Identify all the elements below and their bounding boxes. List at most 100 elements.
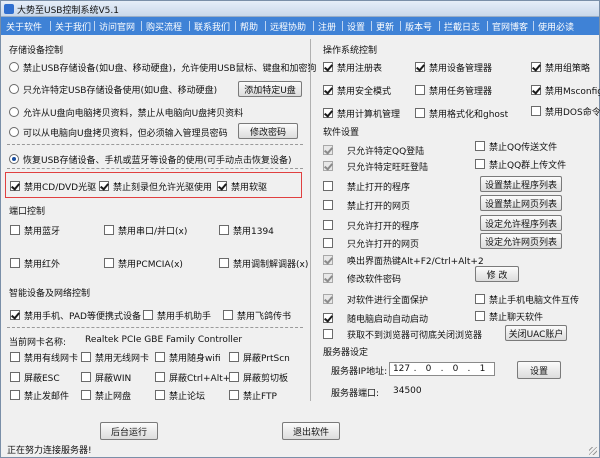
storage-radio-restore[interactable]: 恢复USB存储设备、手机或蓝牙等设备的使用(可手动点击恢复设备) [9,152,292,166]
menu-must-read[interactable]: 使用必读 [536,19,576,34]
checkbox[interactable] [10,310,20,320]
modify-button[interactable]: 修 改 [475,266,519,282]
menu-about-us[interactable]: 关于我们 [53,19,93,34]
checkbox-block-prtscn[interactable]: 屏蔽PrtScn [229,350,290,364]
checkbox[interactable] [323,200,333,210]
checkbox[interactable] [10,258,20,268]
checkbox[interactable] [323,161,333,171]
checkbox[interactable] [104,225,114,235]
checkbox[interactable] [323,238,333,248]
checkbox-disable-1394[interactable]: 禁用1394 [219,223,274,237]
checkbox[interactable] [323,85,333,95]
checkbox-allow-webpages[interactable]: 只允许打开的网页 [323,236,419,250]
checkbox[interactable] [229,390,239,400]
checkbox[interactable] [415,108,425,118]
checkbox[interactable] [217,181,227,191]
checkbox-disable-pcmcia[interactable]: 禁用PCMCIA(x) [104,256,183,270]
checkbox-disable-msconfig[interactable]: 禁用Msconfig [531,83,600,97]
checkbox-close-browser[interactable]: 获取不到浏览器可彻底关闭浏览器 [323,327,482,341]
checkbox-block-forum[interactable]: 禁止论坛 [155,388,205,402]
checkbox-modify-password[interactable]: 修改软件密码 [323,271,401,285]
checkbox[interactable] [415,85,425,95]
checkbox[interactable] [475,159,485,169]
checkbox-disable-bluetooth[interactable]: 禁用蓝牙 [10,223,60,237]
checkbox-disable-safe-mode[interactable]: 禁用安全模式 [323,83,391,97]
checkbox-full-protection[interactable]: 对软件进行全面保护 [323,292,428,306]
checkbox-disable-computer-management[interactable]: 禁用计算机管理 [323,106,400,120]
server-ip-input[interactable]: 127 . 0 . 0 . 1 [389,362,495,376]
checkbox[interactable] [229,352,239,362]
checkbox-disable-portable[interactable]: 禁用手机、PAD等便携式设备 [10,308,141,322]
run-background-button[interactable]: 后台运行 [100,422,158,440]
menu-remote-assist[interactable]: 远程协助 [268,19,308,34]
checkbox-only-specific-wangwang[interactable]: 只允许特定旺旺登陆 [323,159,428,173]
checkbox-disable-wired-nic[interactable]: 禁用有线网卡 [10,350,78,364]
checkbox-block-ftp[interactable]: 禁止FTP [229,388,277,402]
checkbox-block-win[interactable]: 屏蔽WIN [81,370,131,384]
ip-octet[interactable]: 0 [417,364,440,374]
menu-update[interactable]: 更新 [374,19,396,34]
menu-purchase[interactable]: 购买流程 [144,19,184,34]
checkbox[interactable] [531,106,541,116]
checkbox[interactable] [323,273,333,283]
checkbox-disable-modem[interactable]: 禁用调制解调器(x) [219,256,308,270]
checkbox-block-clipboard[interactable]: 屏蔽剪切板 [229,370,288,384]
checkbox[interactable] [323,145,333,155]
checkbox[interactable] [323,181,333,191]
checkbox[interactable] [323,108,333,118]
checkbox-block-netdisk[interactable]: 禁止网盘 [81,388,131,402]
storage-radio-block-usb[interactable]: 禁止USB存储设备(如U盘、移动硬盘)，允许使用USB鼠标、键盘和加密狗 [9,60,317,74]
checkbox[interactable] [219,225,229,235]
checkbox-disable-task-manager[interactable]: 禁用任务管理器 [415,83,492,97]
checkbox-block-qq-file[interactable]: 禁止QQ传送文件 [475,139,557,153]
menu-visit-site[interactable]: 访问官网 [97,19,137,34]
menu-contact[interactable]: 联系我们 [192,19,232,34]
checkbox-block-ctrl-alt-a[interactable]: 屏蔽Ctrl+Alt+A [155,370,236,384]
checkbox-disable-wireless-nic[interactable]: 禁用无线网卡 [81,350,149,364]
checkbox[interactable] [81,372,91,382]
checkbox[interactable] [155,390,165,400]
checkbox[interactable] [155,352,165,362]
checkbox-block-qq-group-upload[interactable]: 禁止QQ群上传文件 [475,157,566,171]
menu-help[interactable]: 帮助 [238,19,260,34]
checkbox-disable-device-manager[interactable]: 禁用设备管理器 [415,60,492,74]
change-password-button[interactable]: 修改密码 [238,123,298,139]
checkbox-allow-programs[interactable]: 只允许打开的程序 [323,218,419,232]
storage-radio-allow-specific[interactable]: 只允许特定USB存储设备使用(如U盘、移动硬盘) [9,82,217,96]
checkbox[interactable] [10,181,20,191]
checkbox[interactable] [229,372,239,382]
set-allow-web-list-button[interactable]: 设定允许网页列表 [480,233,562,249]
server-set-button[interactable]: 设置 [517,361,561,379]
ip-octet[interactable]: 127 [390,364,413,374]
checkbox-disable-portable-wifi[interactable]: 禁用随身wifi [155,350,221,364]
set-block-web-list-button[interactable]: 设置禁止网页列表 [480,195,562,211]
checkbox-disable-infrared[interactable]: 禁用红外 [10,256,60,270]
ip-octet[interactable]: 1 [471,364,494,374]
checkbox-block-esc[interactable]: 屏蔽ESC [10,370,60,384]
set-block-program-list-button[interactable]: 设置禁止程序列表 [480,176,562,192]
checkbox[interactable] [475,141,485,151]
checkbox[interactable] [81,352,91,362]
checkbox-block-chat[interactable]: 禁止聊天软件 [475,309,543,323]
checkbox[interactable] [531,85,541,95]
add-specific-usb-button[interactable]: 添加特定U盘 [238,81,302,97]
menu-block-log[interactable]: 拦截日志 [442,19,482,34]
checkbox[interactable] [99,181,109,191]
checkbox-autostart[interactable]: 随电脑启动自动启动 [323,311,428,325]
checkbox[interactable] [531,62,541,72]
checkbox[interactable] [10,225,20,235]
checkbox-block-programs[interactable]: 禁止打开的程序 [323,179,410,193]
radio-button[interactable] [9,154,19,164]
checkbox-hotkey[interactable]: 唤出界面热键Alt+F2/Ctrl+Alt+2 [323,253,484,267]
checkbox-disable-registry[interactable]: 禁用注册表 [323,60,382,74]
checkbox-disable-format-ghost[interactable]: 禁用格式化和ghost [415,106,508,120]
checkbox[interactable] [323,294,333,304]
checkbox[interactable] [10,372,20,382]
exit-button[interactable]: 退出软件 [282,422,340,440]
checkbox-block-burning[interactable]: 禁止刻录但允许光驱使用 [99,179,212,193]
checkbox[interactable] [143,310,153,320]
checkbox-disable-phone-assistant[interactable]: 禁用手机助手 [143,308,211,322]
checkbox[interactable] [415,62,425,72]
checkbox-disable-feige[interactable]: 禁用飞鸽传书 [223,308,291,322]
checkbox[interactable] [155,372,165,382]
